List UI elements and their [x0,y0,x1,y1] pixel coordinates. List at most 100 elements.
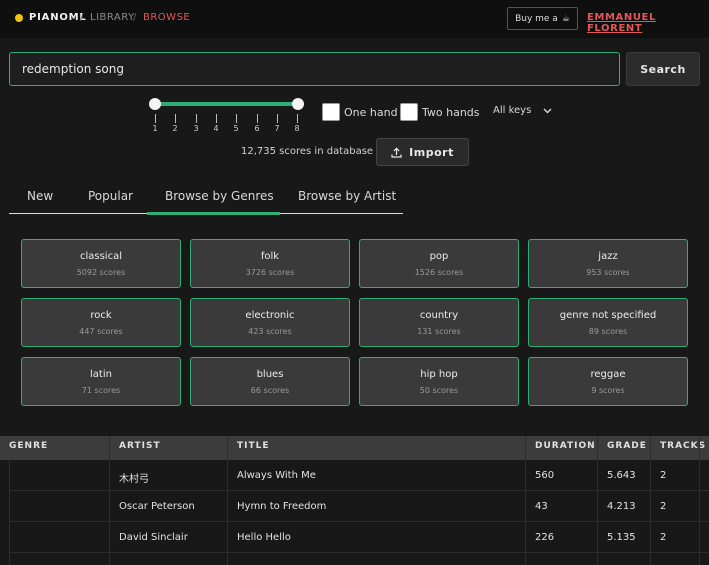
one-hand-label[interactable]: One hand [344,106,398,119]
genre-card[interactable]: country 131 scores [359,298,519,347]
genre-count: 447 scores [79,327,123,336]
column-header-genre[interactable]: GENRE [9,441,48,451]
genre-name: rock [90,310,112,321]
breadcrumb-browse: BROWSE [143,12,191,23]
genre-name: jazz [598,251,618,262]
cell-grade: 5.135 [607,532,636,543]
breadcrumb-separator: / [80,12,84,23]
cell-artist: Oscar Peterson [119,501,195,512]
genre-card[interactable]: pop 1526 scores [359,239,519,288]
cell-duration: 226 [535,532,555,543]
cell-grade: 5.643 [607,470,636,481]
cell-grade: 4.213 [607,501,636,512]
column-header-artist[interactable]: ARTIST [119,441,161,451]
genre-card[interactable]: folk 3726 scores [190,239,350,288]
genre-count: 131 scores [417,327,461,336]
slider-tick-label: 7 [274,124,280,133]
slider-tick-label: 3 [193,124,199,133]
slider-tick [216,114,217,123]
buy-me-label: Buy me a [515,13,558,24]
genre-card[interactable]: jazz 953 scores [528,239,688,288]
slider-tick-label: 4 [213,124,219,133]
table-row[interactable] [9,522,709,553]
slider-tick [257,114,258,123]
slider-tick [236,114,237,123]
two-hands-checkbox[interactable] [400,103,418,121]
active-tab-indicator [147,212,280,215]
coffee-icon: ☕ [561,13,570,24]
tab-new[interactable]: New [27,189,53,203]
table-row[interactable] [9,460,709,491]
breadcrumb-separator: / [133,12,137,23]
chevron-down-icon [543,108,552,113]
tab-browse-by-genres[interactable]: Browse by Genres [165,189,274,203]
search-button[interactable]: Search [626,52,700,86]
cell-duration: 560 [535,470,555,481]
cell-artist: David Sinclair [119,532,188,543]
user-name-link[interactable]: EMMANUEL FLORENT [587,12,709,34]
genre-name: folk [260,251,280,262]
genre-count: 9 scores [591,386,625,395]
genre-card[interactable]: classical 5092 scores [21,239,181,288]
genre-card[interactable]: reggae 9 scores [528,357,688,406]
genre-card[interactable]: genre not specified 89 scores [528,298,688,347]
slider-tick [175,114,176,123]
genre-name: classical [79,251,122,262]
table-header [0,436,709,460]
genre-card[interactable]: electronic 423 scores [190,298,350,347]
slider-tick [277,114,278,123]
two-hands-label[interactable]: Two hands [422,106,480,119]
genre-name: pop [429,251,449,262]
keys-select-value: All keys [493,105,532,116]
slider-tick-label: 6 [254,124,260,133]
slider-tick [155,114,156,123]
slider-min-handle[interactable] [149,98,161,110]
genre-name: genre not specified [559,310,657,321]
import-label: Import [409,145,454,159]
genre-count: 50 scores [419,386,459,395]
slider-tick-label: 1 [152,124,158,133]
cell-tracks: 2 [660,470,667,481]
slider-max-handle[interactable] [292,98,304,110]
genre-card[interactable]: blues 66 scores [190,357,350,406]
buy-me-a-coffee-button[interactable]: Buy me a ☕ [507,7,578,30]
cell-artist: 木村弓 [119,474,149,485]
genre-card[interactable]: rock 447 scores [21,298,181,347]
genre-name: reggae [590,369,626,380]
import-button[interactable]: Import [376,138,469,166]
cell-title: Hello Hello [237,532,291,543]
column-header-grade[interactable]: GRADE [607,441,647,451]
genre-card[interactable]: hip hop 50 scores [359,357,519,406]
column-header-title[interactable]: TITLE [237,441,270,451]
slider-tick [196,114,197,123]
cell-tracks: 2 [660,532,667,543]
upload-icon [391,146,402,158]
genre-count: 89 scores [588,327,628,336]
tab-popular[interactable]: Popular [88,189,133,203]
genre-count: 953 scores [586,268,630,277]
genre-name: hip hop [420,369,458,380]
keys-select[interactable]: All keys [493,105,552,116]
genre-card[interactable]: latin 71 scores [21,357,181,406]
table-row[interactable] [9,491,709,522]
breadcrumb-library[interactable]: LIBRARY [90,12,135,23]
one-hand-checkbox[interactable] [322,103,340,121]
cell-tracks: 2 [660,501,667,512]
tab-browse-by-artist[interactable]: Browse by Artist [298,189,396,203]
slider-tick-label: 5 [233,124,239,133]
brand-logo-text[interactable]: PIANOML [29,12,87,23]
genre-count: 1526 scores [414,268,464,277]
genre-count: 66 scores [250,386,290,395]
genre-name: electronic [245,310,295,321]
genre-count: 5092 scores [76,268,126,277]
genre-name: blues [256,369,284,380]
brand-dot-icon [15,14,23,22]
hands-range-slider-track[interactable] [155,102,298,106]
slider-tick-label: 2 [172,124,178,133]
genre-count: 3726 scores [245,268,295,277]
cell-duration: 43 [535,501,548,512]
genre-count: 71 scores [81,386,121,395]
genre-name: country [419,310,459,321]
column-header-duration[interactable]: DURATION [535,441,596,451]
search-input[interactable] [9,52,620,86]
